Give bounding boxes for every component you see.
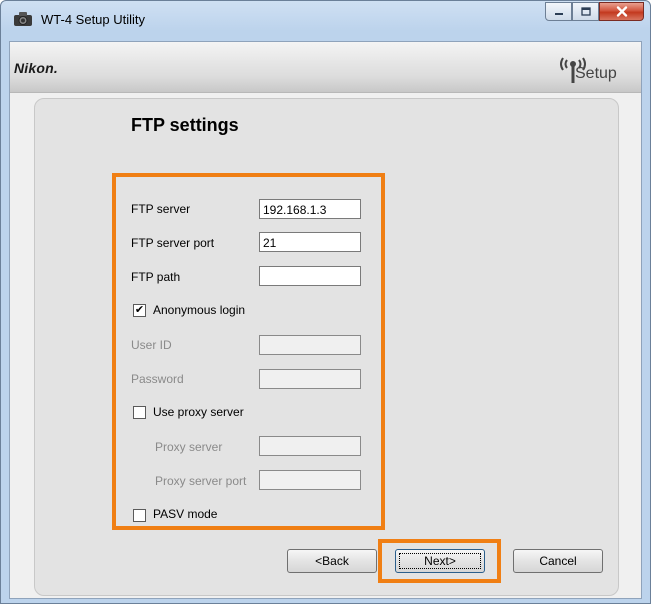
ftp-server-port-label: FTP server port bbox=[131, 236, 215, 250]
header-band: Nikon. Setup bbox=[10, 42, 641, 93]
page-title: FTP settings bbox=[131, 115, 239, 135]
close-icon bbox=[616, 6, 627, 17]
close-button[interactable] bbox=[599, 2, 644, 21]
maximize-icon bbox=[580, 7, 591, 16]
anonymous-login-label: Anonymous login bbox=[153, 303, 246, 317]
ftp-server-port-input[interactable]: 21 bbox=[259, 232, 361, 252]
ftp-path-input[interactable] bbox=[259, 266, 361, 286]
nikon-logo: Nikon. bbox=[14, 60, 58, 76]
back-button[interactable]: <Back bbox=[287, 549, 377, 573]
password-label: Password bbox=[131, 372, 184, 386]
pasv-mode-label: PASV mode bbox=[153, 507, 218, 521]
user-id-label: User ID bbox=[131, 338, 172, 352]
password-input[interactable] bbox=[259, 369, 361, 389]
proxy-server-input[interactable] bbox=[259, 436, 361, 456]
back-button-label: <Back bbox=[315, 554, 349, 568]
proxy-server-port-label: Proxy server port bbox=[155, 474, 247, 488]
camera-icon bbox=[14, 12, 32, 26]
user-id-input[interactable] bbox=[259, 335, 361, 355]
title-bar[interactable]: WT-4 Setup Utility bbox=[1, 1, 650, 41]
ftp-server-input[interactable]: 192.168.1.3 bbox=[259, 199, 361, 219]
ftp-server-label: FTP server bbox=[131, 202, 191, 216]
cancel-button-label: Cancel bbox=[539, 554, 577, 568]
proxy-server-port-input[interactable] bbox=[259, 470, 361, 490]
minimize-button[interactable] bbox=[545, 2, 572, 21]
window-title: WT-4 Setup Utility bbox=[41, 12, 146, 27]
minimize-icon bbox=[554, 12, 563, 15]
window-controls bbox=[545, 2, 644, 22]
use-proxy-server-checkbox[interactable] bbox=[133, 406, 146, 419]
next-button[interactable]: Next> bbox=[395, 549, 485, 573]
pasv-mode-checkbox[interactable] bbox=[133, 509, 146, 522]
anonymous-login-checkbox[interactable]: ✔ bbox=[133, 304, 146, 317]
use-proxy-server-label: Use proxy server bbox=[153, 405, 244, 419]
cancel-button[interactable]: Cancel bbox=[513, 549, 603, 573]
ftp-path-label: FTP path bbox=[131, 270, 181, 284]
setup-logo: Setup bbox=[553, 48, 633, 88]
setup-logo-text: Setup bbox=[575, 65, 617, 82]
app-window: WT-4 Setup Utility Nikon. Setup FTP sett… bbox=[0, 0, 651, 604]
proxy-server-label: Proxy server bbox=[155, 440, 223, 454]
maximize-button[interactable] bbox=[572, 2, 599, 21]
next-button-focus-ring bbox=[399, 553, 481, 569]
